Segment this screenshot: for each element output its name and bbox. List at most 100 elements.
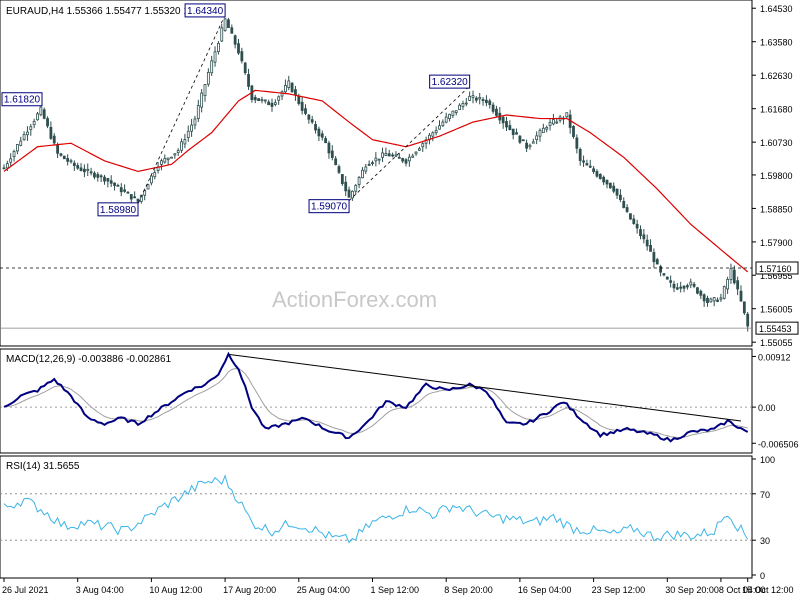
candle-body (96, 174, 100, 178)
price-y-tick-label: 1.60730 (760, 138, 793, 148)
candle-body (186, 130, 190, 138)
candle-body (454, 110, 458, 113)
candle-body (699, 290, 703, 296)
candle-body (170, 156, 173, 159)
candle-body (361, 169, 364, 179)
candle-body (62, 155, 66, 160)
candle-body (642, 234, 646, 240)
price-y-tick-label: 1.59800 (760, 171, 793, 181)
candle-body (263, 99, 267, 102)
candle-body (495, 108, 498, 116)
candle-body (525, 142, 528, 149)
candle-body (572, 126, 575, 137)
candle (722, 285, 726, 300)
candle-body (675, 287, 679, 290)
candle-body (297, 95, 301, 104)
x-tick-label: 25 Aug 04:00 (297, 585, 350, 595)
rsi-y-tick-label: 30 (760, 536, 770, 546)
candle (62, 155, 66, 160)
candle-body (106, 178, 110, 182)
candle-body (123, 189, 126, 192)
candle-body (387, 153, 391, 157)
candle-body (521, 139, 525, 142)
candle-body (588, 165, 592, 168)
rsi-y-tick-label: 70 (760, 490, 770, 500)
price-y-tick-label: 1.58850 (760, 204, 793, 214)
candle-body (176, 150, 180, 154)
candle (572, 125, 575, 139)
candle-body (364, 166, 368, 172)
macd-y-tick-label: 0.00 (758, 403, 776, 413)
candle-body (722, 286, 726, 299)
candle-body (126, 191, 130, 194)
candle (696, 286, 699, 295)
candle-body (431, 132, 435, 137)
candle-body (26, 131, 29, 136)
candle (665, 276, 669, 280)
candle-body (672, 283, 676, 289)
candle-body (555, 121, 559, 124)
rsi-panel-frame (0, 455, 753, 579)
candle-body (508, 125, 512, 131)
candle-body (742, 301, 746, 314)
candle-body (377, 158, 381, 161)
price-y-tick-label: 1.55055 (760, 338, 793, 348)
candle-body (327, 142, 331, 154)
candle-body (103, 176, 106, 182)
candle-body (702, 294, 706, 302)
candle-body (417, 148, 421, 151)
candle-body (270, 102, 274, 107)
candle-body (257, 98, 261, 102)
macd-y-tick-label: -0.006506 (758, 439, 799, 449)
candle-body (237, 43, 240, 54)
price-annotation: 1.61820 (1, 92, 43, 107)
macd-panel: MACD(12,26,9) -0.003886 -0.002861 0.0091… (0, 348, 799, 454)
candle-body (488, 100, 492, 105)
candle-body (206, 72, 210, 85)
candle-body (290, 82, 294, 93)
candle-body (220, 27, 224, 42)
price-y-tick-label: 1.64530 (760, 4, 793, 14)
candle-body (732, 269, 736, 284)
candle (742, 301, 746, 315)
candle-body (203, 84, 207, 97)
candle-body (196, 105, 200, 119)
candle-body (659, 266, 662, 273)
candle-body (629, 213, 632, 220)
candle-body (277, 96, 281, 101)
candle-body (595, 171, 599, 177)
candle-body (692, 283, 696, 287)
candle-body (347, 189, 351, 198)
candle-body (605, 179, 609, 185)
candle-body (330, 150, 334, 158)
candle-body (56, 144, 59, 154)
candle-body (314, 124, 317, 131)
candle-body (190, 124, 194, 132)
candle-body (15, 144, 19, 152)
candle-body (541, 127, 545, 134)
candle-body (337, 166, 341, 173)
candle-body (253, 96, 257, 101)
price-annotation: 1.62320 (429, 74, 471, 89)
candle-body (478, 96, 482, 100)
candle-body (307, 114, 311, 120)
candle-body (528, 144, 532, 148)
candle-body (119, 187, 123, 193)
candle-body (458, 104, 462, 110)
price-tag: 1.57160 (755, 261, 799, 275)
candle-body (59, 153, 63, 156)
candle (42, 107, 46, 120)
candle-body (575, 137, 579, 149)
candle-body (746, 313, 750, 327)
candle (290, 81, 294, 93)
candle-body (726, 279, 729, 290)
candle-body (223, 18, 227, 31)
candle-body (99, 175, 103, 178)
candle-body (598, 173, 602, 180)
candle-body (531, 141, 535, 144)
candle-body (464, 102, 468, 105)
candle (608, 182, 612, 189)
candle-body (354, 185, 358, 192)
rsi-y-tick-label: 100 (760, 455, 775, 465)
candle-body (149, 175, 153, 184)
